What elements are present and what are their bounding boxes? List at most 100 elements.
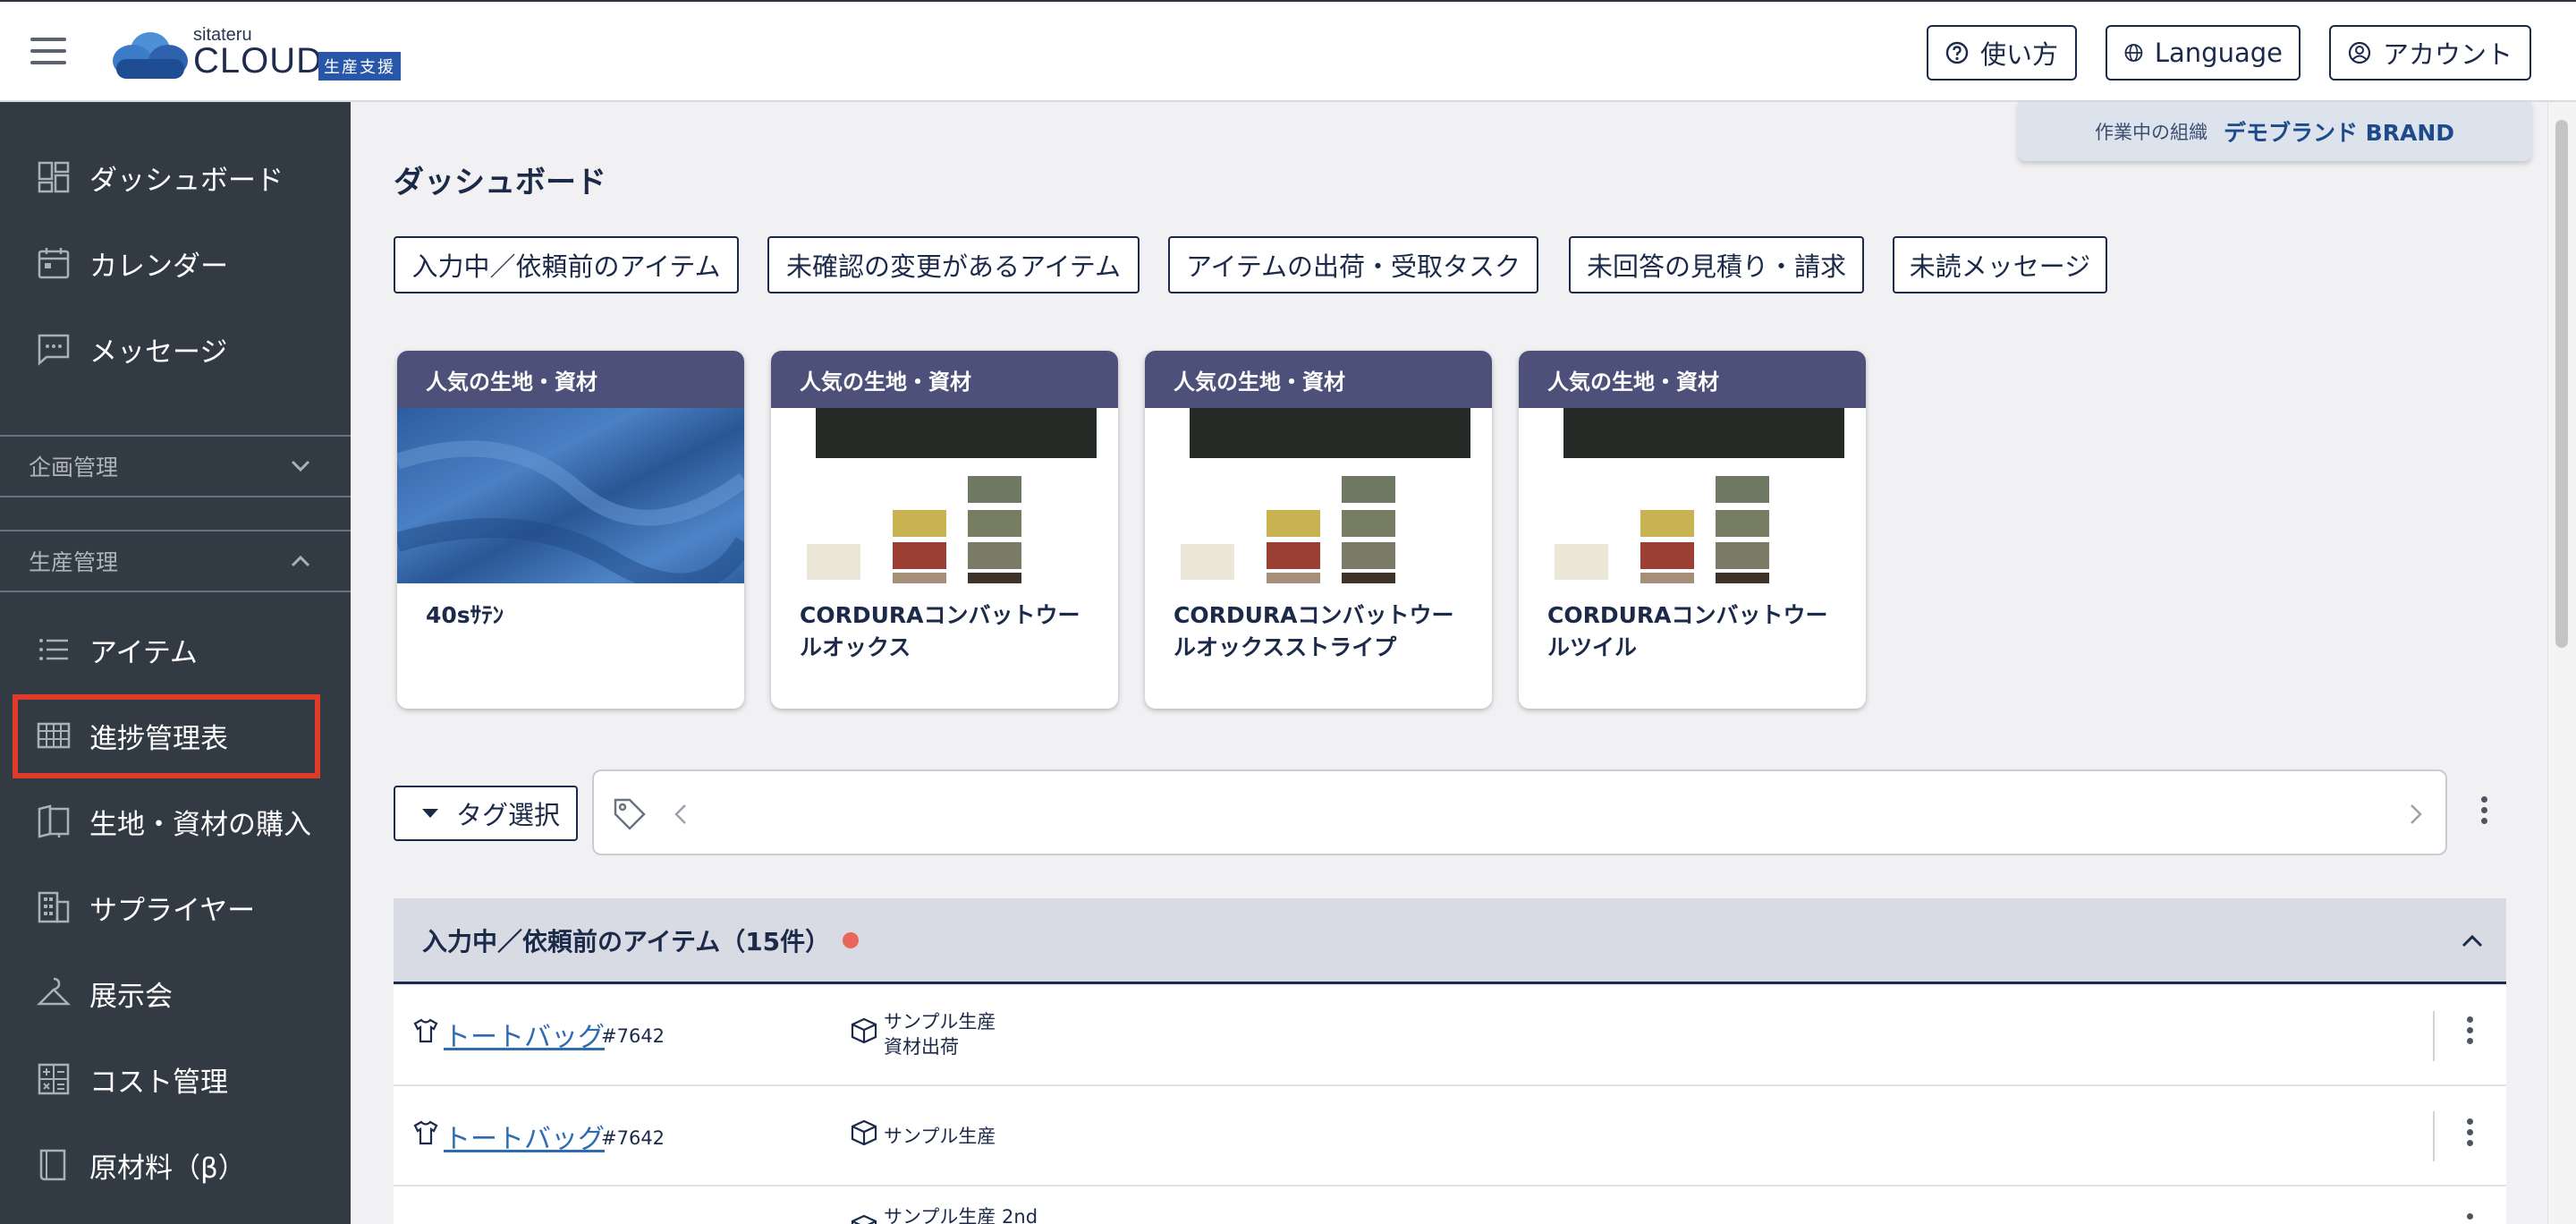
fabric-book-icon <box>38 804 70 838</box>
tshirt-icon <box>413 1120 438 1145</box>
tag-select-button[interactable]: タグ選択 <box>394 786 578 841</box>
item-status: サンプル生産 2nd <box>884 1206 1038 1224</box>
chevron-left-icon[interactable] <box>671 802 692 827</box>
filter-input-pending-items[interactable]: 入力中／依頼前のアイテム <box>394 236 739 293</box>
box-icon <box>851 1214 877 1224</box>
scrollbar-thumb[interactable] <box>2555 120 2568 648</box>
filter-unread-messages[interactable]: 未読メッセージ <box>1893 236 2107 293</box>
card-title: CORDURAコンバットウールオックスストライプ <box>1174 602 1454 660</box>
item-link[interactable]: トートバッグ <box>444 1015 605 1054</box>
item-link[interactable]: トートバッグ <box>444 1117 605 1156</box>
more-options-icon[interactable] <box>2481 796 2487 824</box>
org-label: 作業中の組織 <box>2094 122 2207 143</box>
box-icon <box>851 1017 877 1044</box>
unread-dot <box>843 931 860 948</box>
sidebar-item-dashboard[interactable]: ダッシュボード <box>0 141 351 213</box>
filter-unanswered-quotes[interactable]: 未回答の見積り・請求 <box>1569 236 1864 293</box>
row-divider <box>2433 1111 2435 1161</box>
table-row[interactable]: トートバッグ #7642 サンプル生産 <box>394 1086 2506 1186</box>
pending-items-section-header[interactable]: 入力中／依頼前のアイテム（15件） <box>394 898 2506 984</box>
sidebar-item-label: コスト管理 <box>89 1066 228 1099</box>
account-button[interactable]: アカウント <box>2329 25 2531 81</box>
sidebar-item-cost-management[interactable]: コスト管理 <box>0 1043 351 1115</box>
sidebar-item-label: カレンダー <box>89 250 228 283</box>
sidebar-item-messages[interactable]: メッセージ <box>0 313 351 385</box>
sidebar-item-exhibition[interactable]: 展示会 <box>0 957 351 1029</box>
sidebar-item-label: ダッシュボード <box>89 164 284 197</box>
sidebar-item-label: アイテム <box>89 636 198 669</box>
fabric-card[interactable]: 人気の生地・資材 40sｻﾃﾝ <box>397 351 744 709</box>
card-title: 40sｻﾃﾝ <box>426 602 504 628</box>
row-more-options-icon[interactable] <box>2467 1213 2473 1224</box>
grid-table-icon <box>37 722 71 749</box>
message-icon <box>38 334 70 366</box>
sidebar-item-progress-table[interactable]: 進捗管理表 <box>0 700 351 771</box>
sidebar-section-planning[interactable]: 企画管理 <box>0 435 351 497</box>
logo-badge: 生産支援 <box>318 52 401 81</box>
help-button[interactable]: 使い方 <box>1927 25 2077 81</box>
filter-shipping-tasks[interactable]: アイテムの出荷・受取タスク <box>1168 236 1538 293</box>
fabric-card[interactable]: 人気の生地・資材 CORDURAコンバットウールオックス <box>771 351 1118 709</box>
help-label: 使い方 <box>1980 39 2059 70</box>
sidebar-item-raw-materials[interactable]: 原材料（β） <box>0 1129 351 1201</box>
card-header: 人気の生地・資材 <box>771 351 1118 408</box>
table-row[interactable]: サンプル生産 2nd <box>394 1186 2506 1224</box>
fabric-swatch-image <box>1519 408 1866 583</box>
item-id: #7642 <box>601 1127 665 1149</box>
item-status: サンプル生産 <box>884 1126 996 1147</box>
sidebar-item-label: 生地・資材の購入 <box>89 808 311 841</box>
filter-unconfirmed-changes[interactable]: 未確認の変更があるアイテム <box>767 236 1140 293</box>
sidebar-item-items[interactable]: アイテム <box>0 614 351 685</box>
tag-filter-bar[interactable] <box>592 769 2447 855</box>
fabric-image <box>397 408 744 583</box>
item-id: #7642 <box>601 1025 665 1047</box>
logo-text: CLOUD <box>193 41 324 81</box>
row-more-options-icon[interactable] <box>2467 1016 2473 1044</box>
page-scrollbar[interactable] <box>2547 102 2576 1224</box>
app-logo[interactable]: sitateru CLOUD 生産支援 <box>111 25 415 82</box>
fabric-card[interactable]: 人気の生地・資材 CORDURAコンバットウールオックスストライプ <box>1145 351 1492 709</box>
fabric-swatch-image <box>771 408 1118 583</box>
card-title: CORDURAコンバットウールオックス <box>800 602 1080 660</box>
row-divider <box>2433 1011 2435 1061</box>
tag-select-label: タグ選択 <box>456 800 561 830</box>
sidebar-item-label: 展示会 <box>89 980 173 1013</box>
chevron-right-icon[interactable] <box>2404 802 2426 827</box>
section-label: 生産管理 <box>29 549 119 575</box>
hanger-icon <box>36 977 72 1006</box>
chevron-up-icon[interactable] <box>2458 927 2487 956</box>
row-more-options-icon[interactable] <box>2467 1118 2473 1146</box>
item-status: サンプル生産 資材出荷 <box>884 1011 996 1058</box>
building-icon <box>38 891 70 923</box>
sidebar-section-production[interactable]: 生産管理 <box>0 530 351 592</box>
calculator-icon <box>38 1063 70 1095</box>
menu-icon[interactable] <box>30 38 66 66</box>
sidebar-item-label: サプライヤー <box>89 894 256 927</box>
sidebar-item-calendar[interactable]: カレンダー <box>0 227 351 299</box>
sidebar-item-fabric-purchase[interactable]: 生地・資材の購入 <box>0 786 351 857</box>
chevron-up-icon <box>291 555 310 567</box>
card-title: CORDURAコンバットウールツイル <box>1547 602 1828 660</box>
card-header: 人気の生地・資材 <box>397 351 744 408</box>
language-button[interactable]: Language <box>2106 25 2301 81</box>
sidebar-item-label: メッセージ <box>89 336 228 369</box>
book-icon <box>39 1149 66 1181</box>
sidebar: ダッシュボード カレンダー メッセージ 企画管理 生産管理 アイテム 進捗管理表… <box>0 102 351 1224</box>
page-title: ダッシュボード <box>394 165 606 200</box>
fabric-swatch-image <box>1145 408 1492 583</box>
sidebar-item-label: 進捗管理表 <box>89 722 228 755</box>
sidebar-item-suppliers[interactable]: サプライヤー <box>0 871 351 943</box>
section-title: 入力中／依頼前のアイテム（15件） <box>422 926 831 956</box>
question-circle-icon <box>1945 41 1969 64</box>
dashboard-icon <box>38 161 70 193</box>
table-row[interactable]: トートバッグ #7642 サンプル生産 資材出荷 <box>394 986 2506 1086</box>
globe-icon <box>2124 44 2143 62</box>
tshirt-icon <box>413 1018 438 1043</box>
language-label: Language <box>2154 38 2283 68</box>
cloud-logo-icon <box>113 32 188 79</box>
chevron-down-icon <box>291 460 310 472</box>
sidebar-item-label: 原材料（β） <box>89 1152 246 1185</box>
list-icon <box>39 639 68 660</box>
current-organization-panel[interactable]: 作業中の組織 デモブランド BRAND <box>2018 102 2531 161</box>
fabric-card[interactable]: 人気の生地・資材 CORDURAコンバットウールツイル <box>1519 351 1866 709</box>
